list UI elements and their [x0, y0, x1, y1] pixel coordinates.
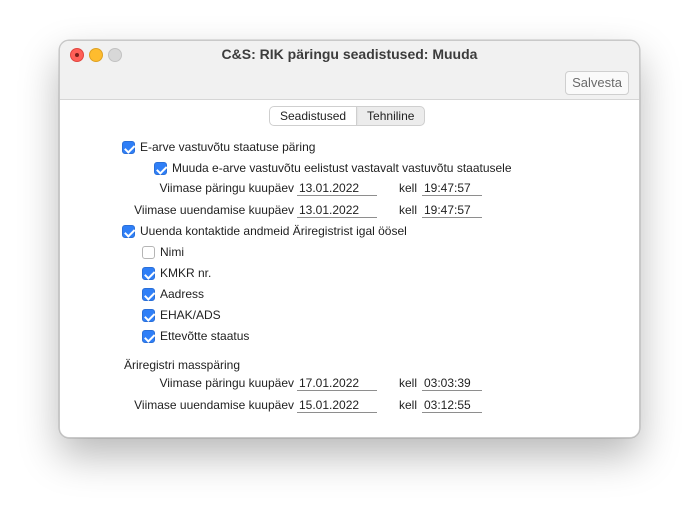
einvoice-last-query-label: Viimase päringu kuupäev: [159, 181, 294, 195]
option-kmkr-checkbox[interactable]: [142, 267, 155, 280]
option-nimi-checkbox[interactable]: [142, 246, 155, 259]
change-preference-checkbox[interactable]: [154, 162, 167, 175]
mass-last-query-time-field[interactable]: 03:03:39: [422, 375, 482, 391]
option-ehak-label: EHAK/ADS: [160, 308, 221, 322]
einvoice-last-update-time-label: kell: [399, 203, 418, 217]
settings-window: C&S: RIK päringu seadistused: Muuda Salv…: [59, 40, 640, 438]
option-kmkr-label: KMKR nr.: [160, 266, 212, 280]
mass-last-update-time-label: kell: [399, 398, 418, 412]
window-title: C&S: RIK päringu seadistused: Muuda: [221, 46, 478, 62]
einvoice-status-label: E-arve vastuvõtu staatuse päring: [140, 140, 316, 154]
option-nimi-label: Nimi: [160, 245, 184, 259]
einvoice-status-checkbox[interactable]: [122, 141, 135, 154]
option-aadress-checkbox[interactable]: [142, 288, 155, 301]
title-bar: C&S: RIK päringu seadistused: Muuda Salv…: [60, 41, 639, 100]
einvoice-last-update-time-field[interactable]: 19:47:57: [422, 202, 482, 218]
mass-last-update-label: Viimase uuendamise kuupäev: [134, 398, 294, 412]
update-contacts-checkbox[interactable]: [122, 225, 135, 238]
mass-last-query-date-field[interactable]: 17.01.2022: [297, 375, 377, 391]
option-aadress-label: Aadress: [160, 287, 205, 301]
einvoice-last-update-label: Viimase uuendamise kuupäev: [134, 203, 294, 217]
einvoice-last-query-time-label: kell: [399, 181, 418, 195]
einvoice-last-query-date-field[interactable]: 13.01.2022: [297, 180, 377, 196]
mass-last-query-label: Viimase päringu kuupäev: [159, 376, 294, 390]
mass-last-query-time-label: kell: [399, 376, 418, 390]
update-contacts-label: Uuenda kontaktide andmeid Äriregistrist …: [140, 224, 407, 238]
mass-last-update-date-field[interactable]: 15.01.2022: [297, 397, 377, 413]
mass-query-heading: Äriregistri masspäring: [124, 358, 241, 372]
option-status-label: Ettevõtte staatus: [160, 329, 250, 343]
mass-last-update-time-field[interactable]: 03:12:55: [422, 397, 482, 413]
option-ehak-checkbox[interactable]: [142, 309, 155, 322]
tab-tehniline[interactable]: Tehniline: [357, 107, 424, 125]
einvoice-last-query-time-field[interactable]: 19:47:57: [422, 180, 482, 196]
tab-bar: Seadistused Tehniline: [269, 106, 426, 126]
tab-seadistused[interactable]: Seadistused: [270, 107, 358, 125]
option-status-checkbox[interactable]: [142, 330, 155, 343]
save-button[interactable]: Salvesta: [565, 71, 629, 95]
change-preference-label: Muuda e-arve vastuvõtu eelistust vastava…: [172, 161, 512, 175]
einvoice-last-update-date-field[interactable]: 13.01.2022: [297, 202, 377, 218]
